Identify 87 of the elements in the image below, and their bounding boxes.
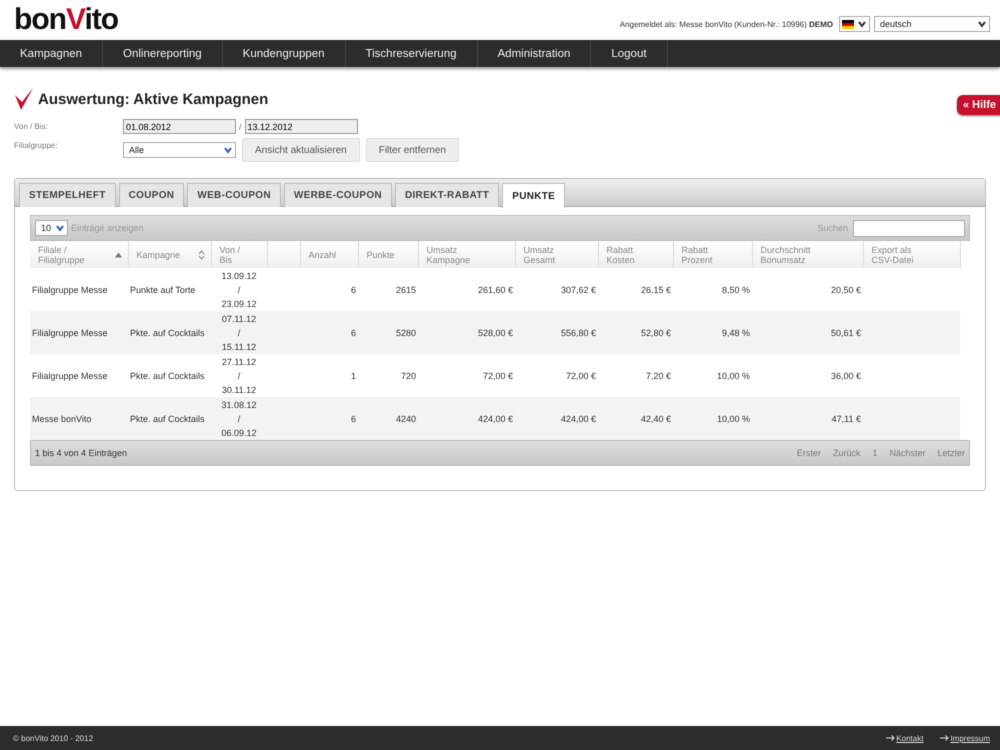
dropdown-caret-icon bbox=[55, 223, 65, 233]
table-cell: 556,80 € bbox=[515, 311, 598, 354]
filter-button[interactable]: Ansicht aktualisieren bbox=[242, 138, 360, 162]
table-cell: 42,40 € bbox=[598, 397, 673, 440]
logo: bonVito bbox=[14, 5, 118, 35]
footer-link[interactable]: Impressum bbox=[940, 734, 990, 742]
tab[interactable]: WEB-COUPON bbox=[187, 183, 281, 207]
from-date-field[interactable]: 01.08.2012 bbox=[123, 119, 236, 134]
table-cell: 47,11 € bbox=[752, 397, 863, 440]
column-header[interactable]: Durchschnitt Bonumsatz bbox=[752, 241, 863, 268]
table-info: 1 bis 4 von 4 Einträgen bbox=[35, 448, 128, 458]
table-cell: Pkte. auf Cocktails bbox=[128, 397, 211, 440]
table-cell: 50,61 € bbox=[752, 311, 863, 354]
login-info: Angemeldet als: Messe bonVito (Kunden-Nr.: 10996) DEMO bbox=[620, 20, 833, 28]
tab[interactable]: WERBE-COUPON bbox=[284, 183, 392, 207]
table-cell: 528,00 € bbox=[418, 311, 515, 354]
search-label: Suchen bbox=[817, 223, 848, 233]
table-cell: Filialgruppe Messe bbox=[30, 268, 128, 311]
table-cell: 36,00 € bbox=[752, 354, 863, 397]
table-cell: 720 bbox=[358, 354, 418, 397]
dropdown-caret-icon bbox=[223, 145, 233, 155]
table-cell: 1 bbox=[300, 354, 358, 397]
date-label: Von / Bis: bbox=[14, 121, 49, 131]
table-cell: 2615 bbox=[358, 268, 418, 311]
column-header[interactable]: Filiale / Filialgruppe bbox=[30, 241, 128, 268]
table-cell: 424,00 € bbox=[418, 397, 515, 440]
table-cell: 8,50 % bbox=[673, 268, 752, 311]
group-label: Filialgruppe: bbox=[14, 140, 59, 150]
search-field[interactable] bbox=[853, 220, 965, 236]
arrow-icon bbox=[940, 734, 950, 740]
table-cell: 10,00 % bbox=[673, 354, 752, 397]
table-cell: 7,20 € bbox=[598, 354, 673, 397]
table-cell: 13.09.12 / 23.09.12 bbox=[211, 268, 267, 311]
dropdown-caret-icon bbox=[857, 19, 867, 29]
table-cell: Punkte auf Torte bbox=[128, 268, 211, 311]
page-size-select[interactable]: 10 bbox=[35, 220, 68, 236]
language-select[interactable]: deutsch bbox=[874, 16, 990, 32]
page-title: Auswertung: Aktive Kampagnen bbox=[38, 90, 268, 108]
table-cell: 07.11.12 / 15.11.12 bbox=[211, 311, 267, 354]
table-cell: 6 bbox=[300, 268, 358, 311]
sort-icon bbox=[198, 250, 204, 260]
table-cell: 5280 bbox=[358, 311, 418, 354]
nav-item[interactable]: Kundengruppen bbox=[222, 40, 346, 67]
checkmark-icon bbox=[14, 87, 34, 111]
table-cell: 27.11.12 / 30.11.12 bbox=[211, 354, 267, 397]
table-cell: 72,00 € bbox=[515, 354, 598, 397]
table-cell: 10,00 % bbox=[673, 397, 752, 440]
tab[interactable]: COUPON bbox=[118, 183, 184, 207]
column-header[interactable]: Von / Bis bbox=[211, 241, 267, 268]
to-date-field[interactable]: 13.12.2012 bbox=[244, 119, 358, 134]
table-cell: Filialgruppe Messe bbox=[30, 354, 128, 397]
table-cell: 4240 bbox=[358, 397, 418, 440]
table-cell: Messe bonVito bbox=[30, 397, 128, 440]
arrow-icon bbox=[886, 734, 896, 740]
nav-item[interactable]: Administration bbox=[478, 40, 592, 67]
table-cell: 424,00 € bbox=[515, 397, 598, 440]
nav-item[interactable]: Onlinereporting bbox=[103, 40, 223, 67]
flag-icon bbox=[842, 20, 854, 28]
group-select[interactable]: Alle bbox=[123, 142, 236, 158]
nav-item[interactable]: Logout bbox=[591, 40, 668, 67]
help-button[interactable]: « Hilfe bbox=[956, 95, 1000, 115]
table-cell: 26,15 € bbox=[598, 268, 673, 311]
table-cell: 72,00 € bbox=[418, 354, 515, 397]
table-cell: Pkte. auf Cocktails bbox=[128, 311, 211, 354]
table-cell: 6 bbox=[300, 311, 358, 354]
table-cell: 9,48 % bbox=[673, 311, 752, 354]
copyright: © bonVito 2010 - 2012 bbox=[13, 734, 94, 742]
date-separator: / bbox=[239, 122, 242, 132]
dropdown-caret-icon bbox=[977, 19, 987, 29]
flag-dropdown[interactable] bbox=[839, 16, 870, 32]
tab[interactable]: DIREKT-RABATT bbox=[394, 183, 500, 207]
table-cell: 52,80 € bbox=[598, 311, 673, 354]
table-cell: 6 bbox=[300, 397, 358, 440]
tab[interactable]: PUNKTE bbox=[502, 183, 566, 208]
sort-ascending-icon bbox=[114, 252, 122, 257]
table-cell: Filialgruppe Messe bbox=[30, 311, 128, 354]
filter-button[interactable]: Filter entfernen bbox=[366, 138, 459, 162]
table-cell: 307,62 € bbox=[515, 268, 598, 311]
tab[interactable]: STEMPELHEFT bbox=[19, 183, 116, 207]
page-size-label: Einträge anzeigen bbox=[71, 223, 144, 233]
table-cell: 261,60 € bbox=[418, 268, 515, 311]
nav-item[interactable]: Kampagnen bbox=[0, 40, 104, 67]
footer-link[interactable]: Kontakt bbox=[886, 734, 924, 742]
table-cell: Pkte. auf Cocktails bbox=[128, 354, 211, 397]
table-cell: 20,50 € bbox=[752, 268, 863, 311]
nav-item[interactable]: Tischreservierung bbox=[346, 40, 478, 67]
table-cell: 31.08.12 / 06.09.12 bbox=[211, 397, 267, 440]
